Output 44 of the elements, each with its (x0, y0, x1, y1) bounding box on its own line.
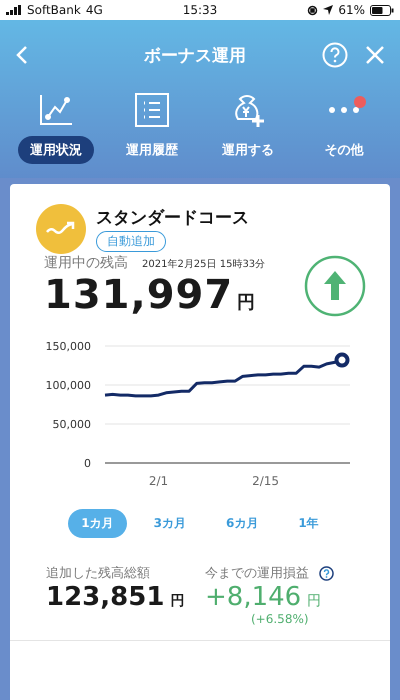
nav-tab[interactable]: 運用状況 (18, 136, 94, 164)
signal-icon (6, 5, 22, 15)
trend-icon (36, 204, 86, 254)
end-point-marker (334, 352, 350, 368)
added-amount: 123,851 (46, 582, 164, 612)
added-label: 追加した残高総額 (46, 565, 151, 582)
currency-unit: 円 (307, 593, 322, 609)
battery-icon (370, 4, 394, 16)
period-tab[interactable]: 1カ月 (68, 509, 127, 538)
nav-tab[interactable]: 運用履歴 (114, 136, 190, 164)
currency-unit: 円 (237, 292, 256, 313)
balance-label: 運用中の残高 (44, 254, 128, 272)
axis-label: 2/1 (148, 474, 168, 488)
close-icon[interactable] (366, 46, 384, 64)
carrier-name: SoftBank (27, 3, 81, 17)
period-tab[interactable]: 1年 (285, 509, 332, 538)
axis-label: 150,000 (46, 340, 91, 353)
profit-amount: +8,146 (205, 582, 302, 612)
balance-amount: 131,997 (44, 272, 234, 318)
profit-label: 今までの運用損益 (205, 565, 309, 582)
axis-label: 0 (84, 457, 91, 470)
clock-time: 15:33 (182, 3, 218, 17)
nav-tab[interactable]: 運用する (210, 136, 286, 164)
currency-unit: 円 (170, 593, 184, 609)
axis-label: 2/15 (252, 474, 280, 488)
network-type: 4G (86, 3, 103, 17)
back-icon[interactable] (16, 45, 28, 65)
axis-label: 50,000 (52, 418, 91, 431)
more-icon (328, 106, 360, 114)
battery-percent: 61% (338, 3, 365, 17)
auto-add-tag: 自動追加 (96, 231, 166, 252)
line-chart-icon (39, 94, 73, 126)
rotation-lock-icon (307, 4, 318, 16)
period-tab[interactable]: 6カ月 (213, 509, 272, 538)
period-tab[interactable]: 3カ月 (140, 509, 199, 538)
help-icon[interactable] (319, 566, 334, 580)
page-title: ボーナス運用 (143, 44, 247, 66)
course-name: スタンダードコース (96, 207, 249, 229)
location-arrow-icon (323, 5, 334, 15)
nav-tab[interactable]: その他 (312, 136, 376, 164)
timestamp: 2021年2月25日 15時33分 (142, 258, 266, 271)
axis-label: 100,000 (46, 379, 91, 392)
list-icon (135, 93, 169, 127)
profit-percent: (+6.58%) (251, 612, 309, 626)
